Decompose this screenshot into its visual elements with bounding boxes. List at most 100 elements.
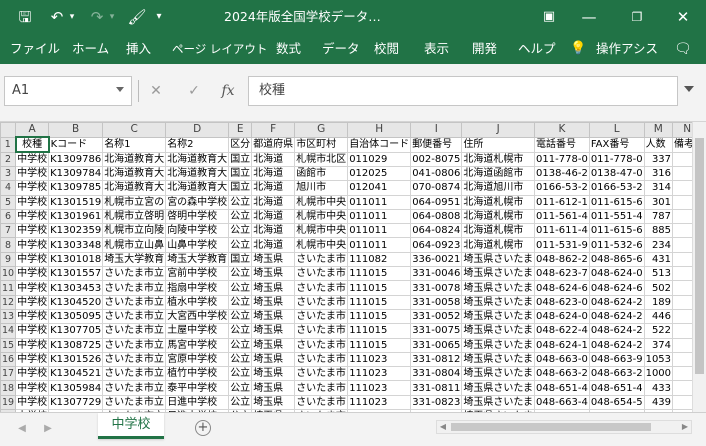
tab-home[interactable]: ホーム bbox=[72, 34, 109, 64]
cell[interactable]: 439 bbox=[643, 394, 674, 411]
cell[interactable]: 国立 bbox=[228, 251, 253, 268]
cell[interactable]: K1304520 bbox=[48, 294, 104, 310]
redo-dropdown-icon[interactable]: ▾ bbox=[107, 0, 117, 34]
cell[interactable]: 北海道札幌市 bbox=[461, 223, 536, 239]
worksheet-table[interactable]: ABCDEFGHIJKLMNO1校種Kコード名称1名称2区分都道府県市区町村自治… bbox=[0, 122, 706, 412]
tab-help[interactable]: ヘルプ bbox=[518, 34, 556, 64]
cell[interactable]: 048-623-0 bbox=[534, 294, 590, 310]
cell[interactable]: 人数 bbox=[643, 136, 674, 153]
cell[interactable]: 札幌市北区 bbox=[294, 151, 349, 167]
cell[interactable]: 名称2 bbox=[165, 136, 230, 153]
cell[interactable]: 電話番号 bbox=[534, 136, 590, 153]
cell[interactable]: K1307705 bbox=[48, 323, 104, 339]
cell[interactable]: 埼玉県さいたま bbox=[461, 337, 536, 353]
cell[interactable]: K1308725 bbox=[48, 337, 104, 353]
cell[interactable]: 埼玉県さいたま bbox=[461, 394, 536, 411]
cell[interactable]: 公立 bbox=[228, 280, 253, 296]
cell[interactable]: 011011 bbox=[347, 208, 412, 225]
cell[interactable]: 旭川市 bbox=[294, 180, 349, 196]
cell[interactable]: 331-0823 bbox=[410, 394, 463, 411]
cell[interactable]: 札幌市立山鼻 bbox=[102, 237, 167, 253]
cell[interactable]: K1303348 bbox=[48, 237, 104, 253]
tab-formulas[interactable]: 数式 bbox=[276, 34, 301, 64]
cell[interactable]: 埼玉県さいたま bbox=[461, 351, 536, 368]
cell[interactable]: 中学校 bbox=[15, 151, 50, 167]
cell[interactable]: 011029 bbox=[347, 151, 412, 167]
cell[interactable]: 787 bbox=[643, 208, 674, 225]
column-header-l[interactable]: L bbox=[588, 122, 645, 138]
cell[interactable]: K1301018 bbox=[48, 251, 104, 268]
cell[interactable]: 北海道 bbox=[251, 151, 296, 167]
cell[interactable]: 048-622-4 bbox=[534, 323, 590, 339]
cell[interactable]: 1000 bbox=[643, 366, 674, 382]
cell[interactable]: さいたま市立 bbox=[102, 308, 167, 325]
tab-review[interactable]: 校閲 bbox=[374, 34, 399, 64]
scroll-left-icon[interactable]: ◀ bbox=[437, 421, 449, 433]
cell[interactable]: 函館市 bbox=[294, 165, 349, 182]
row-header[interactable]: 19 bbox=[0, 394, 17, 411]
undo-dropdown-icon[interactable]: ▾ bbox=[67, 0, 77, 34]
cell[interactable]: 公立 bbox=[228, 308, 253, 325]
cell[interactable]: 中学校 bbox=[15, 337, 50, 353]
cell[interactable]: 向陵中学校 bbox=[165, 223, 230, 239]
redo-icon[interactable]: ↷ bbox=[88, 0, 106, 34]
column-header-j[interactable]: J bbox=[461, 122, 536, 138]
cell[interactable]: 048-651-4 bbox=[588, 380, 645, 396]
cell[interactable]: 337 bbox=[643, 151, 674, 167]
name-box[interactable]: A1 bbox=[4, 76, 132, 106]
cell[interactable]: 埼玉県 bbox=[251, 394, 296, 411]
row-header[interactable]: 13 bbox=[0, 308, 17, 325]
cell[interactable]: さいたま市立 bbox=[102, 294, 167, 310]
cell[interactable]: 北海道 bbox=[251, 165, 296, 182]
cell[interactable]: 中学校 bbox=[15, 394, 50, 411]
cell[interactable]: 札幌市中央 bbox=[294, 194, 349, 210]
row-header[interactable]: 4 bbox=[0, 180, 17, 196]
cell[interactable]: 埼玉県さいたま bbox=[461, 366, 536, 382]
cell[interactable]: 048-624-2 bbox=[588, 294, 645, 310]
cell[interactable]: 北海道 bbox=[251, 237, 296, 253]
row-header[interactable]: 3 bbox=[0, 165, 17, 182]
cell[interactable]: さいたま市 bbox=[294, 251, 349, 268]
cell[interactable]: 002-8075 bbox=[410, 151, 463, 167]
cell[interactable]: 111015 bbox=[347, 337, 412, 353]
cell[interactable]: 064-0923 bbox=[410, 237, 463, 253]
cell[interactable]: 011-778-0 bbox=[588, 151, 645, 167]
column-header-d[interactable]: D bbox=[165, 122, 230, 138]
cell[interactable]: 公立 bbox=[228, 294, 253, 310]
cell[interactable]: 111082 bbox=[347, 251, 412, 268]
cell[interactable]: 0138-46-2 bbox=[534, 165, 590, 182]
cell[interactable]: 374 bbox=[643, 337, 674, 353]
cell[interactable]: 111015 bbox=[347, 323, 412, 339]
enter-icon[interactable]: ✓ bbox=[184, 76, 204, 106]
cell[interactable]: K1307729 bbox=[48, 394, 104, 411]
cell[interactable]: 331-0811 bbox=[410, 380, 463, 396]
tab-insert[interactable]: 挿入 bbox=[126, 34, 151, 64]
column-header-i[interactable]: I bbox=[410, 122, 463, 138]
cell[interactable]: K1303453 bbox=[48, 280, 104, 296]
row-header[interactable]: 10 bbox=[0, 266, 17, 282]
cell[interactable]: K1301557 bbox=[48, 266, 104, 282]
cell[interactable]: さいたま市 bbox=[294, 294, 349, 310]
cell[interactable]: 山鼻中学校 bbox=[165, 237, 230, 253]
cell[interactable]: 埼玉県 bbox=[251, 251, 296, 268]
cell[interactable]: 331-0052 bbox=[410, 308, 463, 325]
cell[interactable]: 埼玉県さいたま bbox=[461, 380, 536, 396]
cell[interactable]: 名称1 bbox=[102, 136, 167, 153]
cell[interactable]: 公立 bbox=[228, 380, 253, 396]
cell[interactable]: K1304521 bbox=[48, 366, 104, 382]
cell[interactable]: 331-0058 bbox=[410, 294, 463, 310]
cell[interactable]: 指扇中学校 bbox=[165, 280, 230, 296]
cell[interactable]: 中学校 bbox=[15, 208, 50, 225]
horizontal-scrollbar[interactable]: ◀ ▶ bbox=[436, 420, 692, 434]
tab-file[interactable]: ファイル bbox=[10, 34, 60, 64]
cell[interactable]: 011-778-0 bbox=[534, 151, 590, 167]
cell[interactable]: 中学校 bbox=[15, 266, 50, 282]
cell[interactable]: さいたま市立 bbox=[102, 366, 167, 382]
row-header[interactable]: 2 bbox=[0, 151, 17, 167]
cell[interactable]: 札幌市中央 bbox=[294, 208, 349, 225]
row-header[interactable]: 14 bbox=[0, 323, 17, 339]
cell[interactable]: さいたま市 bbox=[294, 266, 349, 282]
cell[interactable]: 012025 bbox=[347, 165, 412, 182]
add-sheet-icon[interactable]: + bbox=[195, 420, 211, 436]
row-header[interactable]: 1 bbox=[0, 136, 17, 153]
